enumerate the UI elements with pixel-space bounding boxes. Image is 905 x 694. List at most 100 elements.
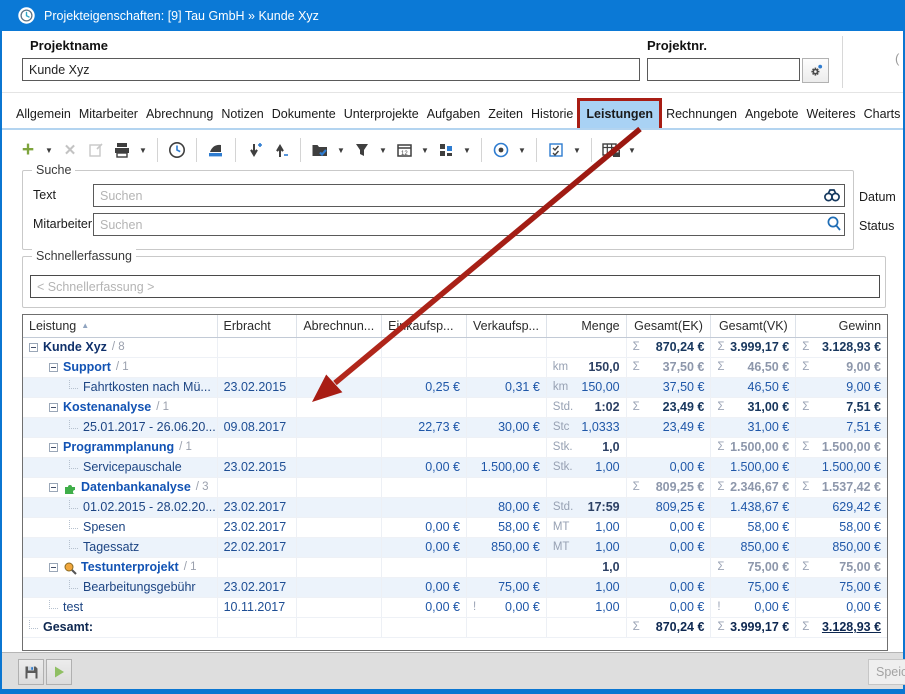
column-header-ek[interactable]: Gesamt(EK) (627, 315, 712, 337)
tree-collapse-expander[interactable] (49, 363, 58, 372)
title-bar[interactable]: Projekteigenschaften: [9] Tau GmbH » Kun… (0, 0, 905, 31)
menge-value: 1,0 (602, 438, 619, 457)
child-count: / 1 (179, 438, 192, 457)
table-row-datenbankanalyse[interactable]: Datenbankanalyse/ 3Σ809,25 €Σ2.346,67 €Σ… (23, 478, 887, 498)
tab-angebote[interactable]: Angebote (741, 101, 803, 128)
filter-button[interactable] (350, 137, 374, 163)
add-dropdown-caret[interactable]: ▼ (42, 146, 56, 155)
column-header-verk[interactable]: Verkaufsp... (467, 315, 547, 337)
tab-dokumente[interactable]: Dokumente (268, 101, 340, 128)
table-row-tagessatz[interactable]: Tagessatz22.02.20170,00 €850,00 €MT1,000… (23, 538, 887, 558)
tab-bar: AllgemeinMitarbeiterAbrechnungNotizenDok… (2, 93, 903, 130)
speichern-button[interactable]: Speic (868, 659, 905, 685)
tree-collapse-expander[interactable] (49, 443, 58, 452)
tab-charts[interactable]: Charts (860, 101, 905, 128)
import-button[interactable] (243, 137, 267, 163)
tab-weiteres[interactable]: Weiteres (803, 101, 860, 128)
tab-aufgaben[interactable]: Aufgaben (423, 101, 485, 128)
view-button[interactable] (489, 137, 513, 163)
folder-dropdown-caret[interactable]: ▼ (334, 146, 348, 155)
tab-allgemein[interactable]: Allgemein (12, 101, 75, 128)
export-button[interactable] (269, 137, 293, 163)
table-row-25-01-2017-26-06-20-[interactable]: 25.01.2017 - 26.06.20...09.08.201722,73 … (23, 418, 887, 438)
child-count: / 8 (112, 338, 125, 357)
verkaufspreis-value: 0,31 € (505, 378, 540, 397)
table-row-support[interactable]: Support/ 1km150,0Σ37,50 €Σ46,50 €Σ9,00 € (23, 358, 887, 378)
column-header-eink[interactable]: Einkaufsp... (382, 315, 467, 337)
tree-collapse-expander[interactable] (49, 483, 58, 492)
tree-collapse-expander[interactable] (49, 403, 58, 412)
table-row-servicepauschale[interactable]: Servicepauschale23.02.20150,00 €1.500,00… (23, 458, 887, 478)
table-row-gesamt-[interactable]: Gesamt:Σ870,24 €Σ3.999,17 €Σ3.128,93 € (23, 618, 887, 638)
column-header-menge[interactable]: Menge (547, 315, 627, 337)
tab-unterprojekte[interactable]: Unterprojekte (340, 101, 423, 128)
magnifier-icon[interactable] (825, 215, 843, 233)
tab-zeiten[interactable]: Zeiten (484, 101, 527, 128)
filter-dropdown-caret[interactable]: ▼ (376, 146, 390, 155)
table-row-kunde-xyz[interactable]: Kunde Xyz/ 8Σ870,24 €Σ3.999,17 €Σ3.128,9… (23, 338, 887, 358)
view-dropdown-caret[interactable]: ▼ (515, 146, 529, 155)
mitarbeiter-label: Mitarbeiter (33, 217, 92, 231)
table-row-spesen[interactable]: Spesen23.02.20170,00 €58,00 €MT1,000,00 … (23, 518, 887, 538)
print-button[interactable] (110, 137, 134, 163)
page-flip-button[interactable] (204, 137, 228, 163)
gear-icon (808, 63, 824, 79)
tab-mitarbeiter[interactable]: Mitarbeiter (75, 101, 142, 128)
add-button[interactable]: + (16, 137, 40, 163)
einkaufspreis-value: 0,00 € (425, 578, 460, 597)
verkaufspreis-value: 75,00 € (498, 578, 540, 597)
menge-value: 1,00 (595, 578, 619, 597)
quickentry-input[interactable] (30, 275, 880, 298)
table-row-01-02-2015-28-02-20-[interactable]: 01.02.2015 - 28.02.20...23.02.201780,00 … (23, 498, 887, 518)
menge-value: 1,00 (595, 598, 619, 617)
time-button[interactable] (165, 137, 189, 163)
column-header-name[interactable]: Leistung▲ (23, 315, 218, 337)
layout-dropdown-caret[interactable]: ▼ (460, 146, 474, 155)
quickentry-groupbox: Schnellerfassung (22, 256, 886, 308)
binoculars-icon[interactable] (823, 186, 841, 204)
projektnr-settings-button[interactable] (802, 58, 829, 83)
erbracht-date: 09.08.2017 (224, 418, 287, 437)
column-header-erb[interactable]: Erbracht (218, 315, 298, 337)
tab-notizen[interactable]: Notizen (217, 101, 267, 128)
grid-save-dropdown-caret[interactable]: ▼ (625, 146, 639, 155)
leistung-name: Datenbankanalyse (81, 478, 191, 497)
erbracht-date: 23.02.2017 (224, 498, 287, 517)
grid-save-button[interactable] (599, 137, 623, 163)
layout-button[interactable] (434, 137, 458, 163)
run-button[interactable] (46, 659, 72, 685)
table-row-bearbeitungsgeb-hr[interactable]: Bearbeitungsgebühr23.02.20170,00 €75,00 … (23, 578, 887, 598)
table-row-fahrtkosten-nach-m-[interactable]: Fahrtkosten nach Mü...23.02.20150,25 €0,… (23, 378, 887, 398)
mitarbeiter-search-input[interactable] (93, 213, 845, 236)
tab-leistungen-selected-annotated[interactable]: Leistungen (577, 98, 662, 128)
table-row-testunterprojekt[interactable]: Testunterprojekt/ 11,0Σ75,00 €Σ75,00 € (23, 558, 887, 578)
tab-rechnungen[interactable]: Rechnungen (662, 101, 741, 128)
bottom-bar: Speic (2, 652, 903, 689)
checklist-dropdown-caret[interactable]: ▼ (570, 146, 584, 155)
column-header-vk[interactable]: Gesamt(VK) (711, 315, 796, 337)
tree-collapse-expander[interactable] (49, 563, 58, 572)
gesamt-ek-value: 23,49 € (663, 418, 705, 437)
text-search-input[interactable] (93, 184, 845, 207)
column-header-abr[interactable]: Abrechnun... (297, 315, 382, 337)
edit-note-button[interactable] (84, 137, 108, 163)
column-header-gw[interactable]: Gewinn (796, 315, 887, 337)
calendar-button[interactable]: 12 (392, 137, 416, 163)
table-row-kostenanalyse[interactable]: Kostenanalyse/ 1Std.1:02Σ23,49 €Σ31,00 €… (23, 398, 887, 418)
calendar-dropdown-caret[interactable]: ▼ (418, 146, 432, 155)
projektnr-input[interactable] (647, 58, 800, 81)
delete-button[interactable]: ✕ (58, 137, 82, 163)
tree-collapse-expander[interactable] (29, 343, 38, 352)
checklist-button[interactable] (544, 137, 568, 163)
table-row-programmplanung[interactable]: Programmplanung/ 1Stk.1,0Σ1.500,00 €Σ1.5… (23, 438, 887, 458)
save-button[interactable] (18, 659, 44, 685)
print-dropdown-caret[interactable]: ▼ (136, 146, 150, 155)
leistung-name: Spesen (83, 518, 125, 537)
table-row-test[interactable]: test10.11.20170,00 €!0,00 €1,000,00 €!0,… (23, 598, 887, 618)
gesamt-vk-value: 1.500,00 € (730, 438, 789, 457)
tab-abrechnung[interactable]: Abrechnung (142, 101, 217, 128)
folder-check-button[interactable] (308, 137, 332, 163)
tab-historie[interactable]: Historie (527, 101, 577, 128)
projektname-input[interactable] (22, 58, 640, 81)
verkaufspreis-value: 30,00 € (498, 418, 540, 437)
